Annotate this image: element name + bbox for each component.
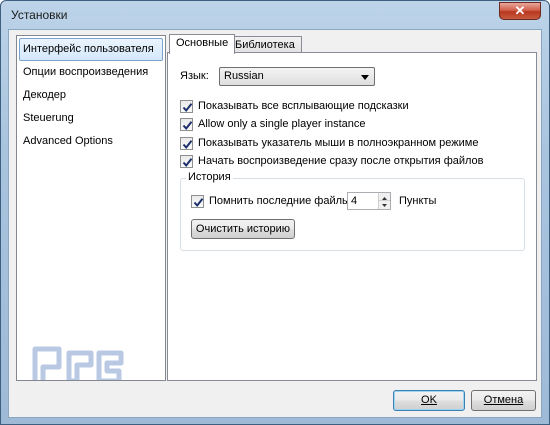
ok-button[interactable]: OK xyxy=(393,390,465,411)
dialog-body: Интерфейс пользователя Опции воспроизвед… xyxy=(8,29,542,418)
tab-label: Библиотека xyxy=(235,39,295,51)
sidebar-item-label: Опции воспроизведения xyxy=(23,66,149,78)
checkmark-icon xyxy=(193,198,204,208)
history-unit-label: Пункты xyxy=(399,195,437,207)
close-icon: ✕ xyxy=(514,3,526,18)
checkbox-box[interactable] xyxy=(191,195,204,208)
sidebar-item-interface[interactable]: Интерфейс пользователя xyxy=(19,38,163,61)
clear-history-label: Очистить историю xyxy=(195,223,291,235)
checkbox-label: Помнить последние файлы: xyxy=(209,195,354,207)
language-label: Язык: xyxy=(180,70,209,82)
checkbox-box[interactable] xyxy=(180,100,193,113)
clear-history-button[interactable]: Очистить историю xyxy=(191,219,295,239)
history-count-stepper[interactable]: 4 xyxy=(347,192,391,210)
title-bar[interactable]: Установки ✕ xyxy=(1,1,549,29)
chevron-down-icon xyxy=(382,204,387,207)
sidebar-item-playback[interactable]: Опции воспроизведения xyxy=(17,61,165,84)
sidebar-item-controls[interactable]: Steuerung xyxy=(17,107,165,130)
category-list: Интерфейс пользователя Опции воспроизвед… xyxy=(16,35,166,381)
cancel-button[interactable]: Отмена xyxy=(471,390,536,411)
tab-general[interactable]: Основные xyxy=(169,34,236,54)
ferra-watermark-logo: FERRA.RU xyxy=(32,346,124,380)
sidebar-item-label: Advanced Options xyxy=(23,135,113,147)
history-group-title: История xyxy=(186,171,233,183)
checkbox-box[interactable] xyxy=(180,118,193,131)
close-button[interactable]: ✕ xyxy=(499,2,541,20)
checkbox-box[interactable] xyxy=(180,137,193,150)
checkbox-label: Показывать указатель мыши в полноэкранно… xyxy=(198,137,479,149)
sidebar-item-label: Steuerung xyxy=(23,112,74,124)
chevron-down-icon xyxy=(361,75,369,80)
history-count-value: 4 xyxy=(351,195,358,207)
history-group: История Помнить последние файлы: 4 Пункт… xyxy=(180,171,525,251)
checkmark-icon xyxy=(182,140,193,150)
sidebar-item-advanced[interactable]: Advanced Options xyxy=(17,130,165,153)
settings-window: Установки ✕ Интерфейс пользователя Опции… xyxy=(0,0,550,425)
tab-label: Основные xyxy=(176,37,229,49)
language-select[interactable]: Russian xyxy=(219,67,375,86)
language-value: Russian xyxy=(224,70,264,82)
spin-up-button[interactable] xyxy=(378,193,390,201)
spin-down-button[interactable] xyxy=(378,201,390,209)
window-title: Установки xyxy=(11,8,68,22)
sidebar-item-decoder[interactable]: Декодер xyxy=(17,84,165,107)
checkbox-label: Начать воспроизведение сразу после откры… xyxy=(198,155,484,167)
checkbox-label: Allow only a single player instance xyxy=(198,118,366,130)
sidebar-item-label: Интерфейс пользователя xyxy=(23,43,154,55)
checkmark-icon xyxy=(182,158,193,168)
checkmark-icon xyxy=(182,121,193,131)
sidebar-item-label: Декодер xyxy=(23,89,67,101)
tab-panel-general: Язык: Russian Показывать все всплывающие… xyxy=(167,52,537,381)
checkbox-label: Показывать все всплывающие подсказки xyxy=(198,100,409,112)
checkmark-icon xyxy=(182,103,193,113)
cancel-label: Отмена xyxy=(483,394,524,406)
checkbox-box[interactable] xyxy=(180,155,193,168)
ok-label: OK xyxy=(421,394,437,406)
